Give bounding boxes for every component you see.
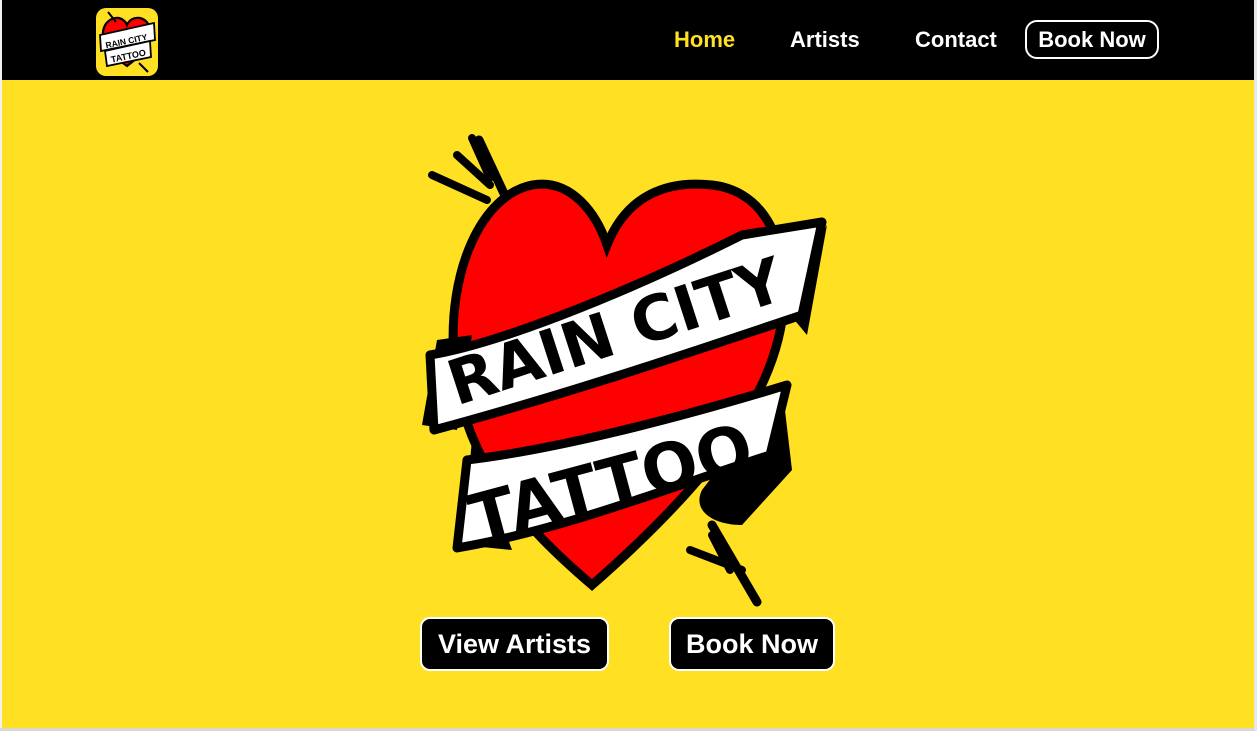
page: RAIN CITY TATTOO Home Artists Contact Bo…: [2, 0, 1254, 728]
hero-book-now-button[interactable]: Book Now: [669, 617, 835, 671]
nav-link-contact[interactable]: Contact: [915, 26, 997, 54]
top-navbar: RAIN CITY TATTOO Home Artists Contact Bo…: [2, 0, 1254, 80]
nav-link-home[interactable]: Home: [674, 26, 735, 54]
nav-link-artists[interactable]: Artists: [790, 26, 860, 54]
nav-logo[interactable]: RAIN CITY TATTOO: [96, 8, 158, 76]
nav-book-now-button[interactable]: Book Now: [1025, 20, 1159, 59]
heart-logo-icon: RAIN CITY TATTOO: [99, 11, 156, 73]
hero-logo: RAIN CITY TATTOO: [412, 130, 842, 620]
view-artists-button[interactable]: View Artists: [420, 617, 609, 671]
heart-banner-logo-icon: RAIN CITY TATTOO: [422, 134, 827, 607]
